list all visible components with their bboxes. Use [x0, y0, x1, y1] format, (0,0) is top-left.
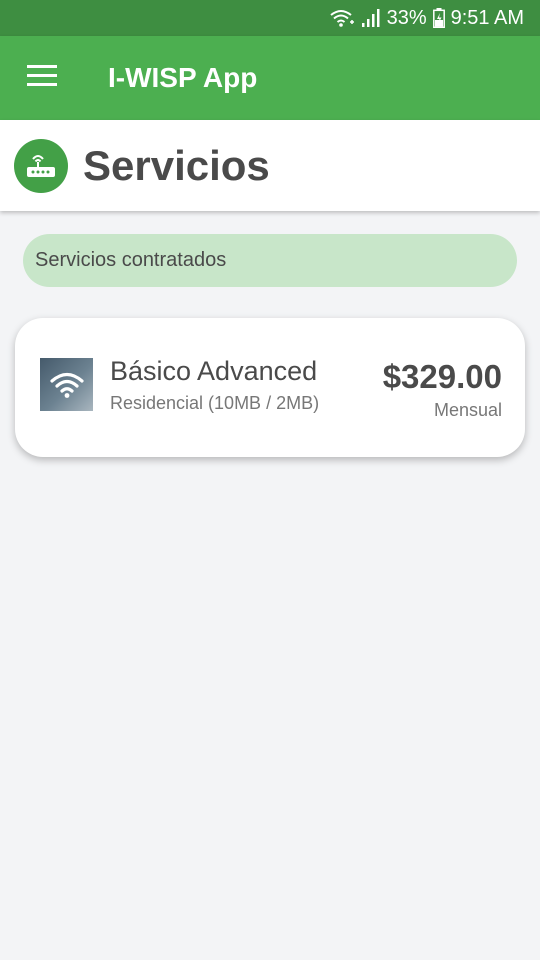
section-label: Servicios contratados	[23, 234, 517, 287]
service-card[interactable]: Básico Advanced Residencial (10MB / 2MB)…	[15, 318, 525, 457]
status-bar: 33% 9:51 AM	[0, 0, 540, 36]
battery-icon	[432, 8, 445, 28]
signal-icon	[361, 8, 381, 28]
wifi-status-icon	[329, 8, 355, 28]
app-bar: I-WISP App	[0, 36, 540, 120]
router-icon	[14, 138, 68, 193]
menu-button[interactable]	[0, 36, 84, 120]
service-name: Básico Advanced	[110, 356, 318, 386]
wifi-icon	[40, 358, 93, 411]
service-price: $329.00	[382, 358, 502, 395]
battery-percent: 33%	[386, 6, 427, 29]
service-description: Residencial (10MB / 2MB)	[110, 393, 320, 413]
service-period: Mensual	[433, 400, 502, 420]
page-header: Servicios	[0, 120, 540, 211]
app-title: I-WISP App	[108, 62, 258, 93]
status-time: 9:51 AM	[450, 6, 524, 29]
section-label-text: Servicios contratados	[35, 249, 227, 271]
hamburger-menu-icon	[27, 64, 57, 92]
page-title: Servicios	[83, 141, 270, 189]
